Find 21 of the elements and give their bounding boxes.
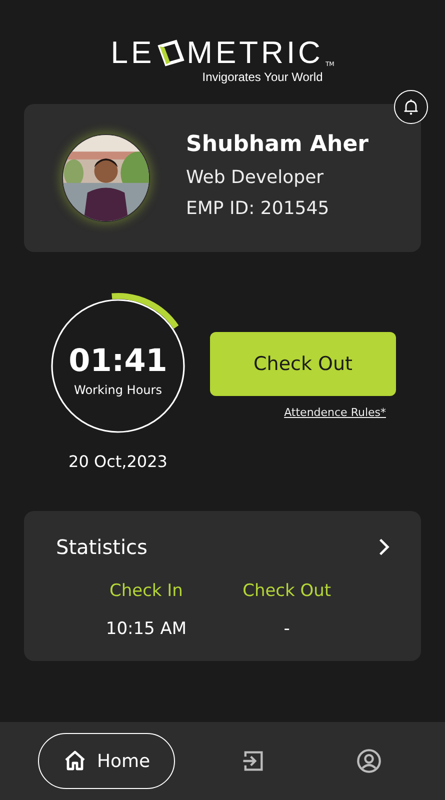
logo-text: METRIC (186, 38, 324, 68)
date-text: 20 Oct,2023 (68, 452, 168, 471)
employee-id: EMP ID: 201545 (186, 198, 330, 218)
job-title: Web Developer (186, 166, 325, 188)
working-hours-label: Working Hours (74, 383, 162, 397)
diamond-logo-icon (156, 39, 185, 67)
stat-heading: Check In (109, 581, 183, 601)
stat-value: - (284, 619, 290, 639)
attendance-rules-link[interactable]: Attendence Rules* (284, 406, 386, 419)
logo-text: LE (110, 38, 155, 68)
tagline: Invigorates Your World (202, 70, 323, 84)
stat-heading: Check Out (242, 581, 332, 601)
statistics-title: Statistics (56, 535, 148, 559)
elapsed-time: 01:41 (68, 343, 168, 379)
home-tab[interactable]: Home (38, 733, 176, 789)
home-icon (62, 749, 87, 773)
employee-name: Shubham Aher (186, 132, 368, 156)
notification-button[interactable] (394, 90, 428, 124)
stat-value: 10:15 AM (106, 619, 187, 639)
check-out-button[interactable]: Check Out (210, 332, 396, 396)
user-icon (356, 748, 382, 774)
